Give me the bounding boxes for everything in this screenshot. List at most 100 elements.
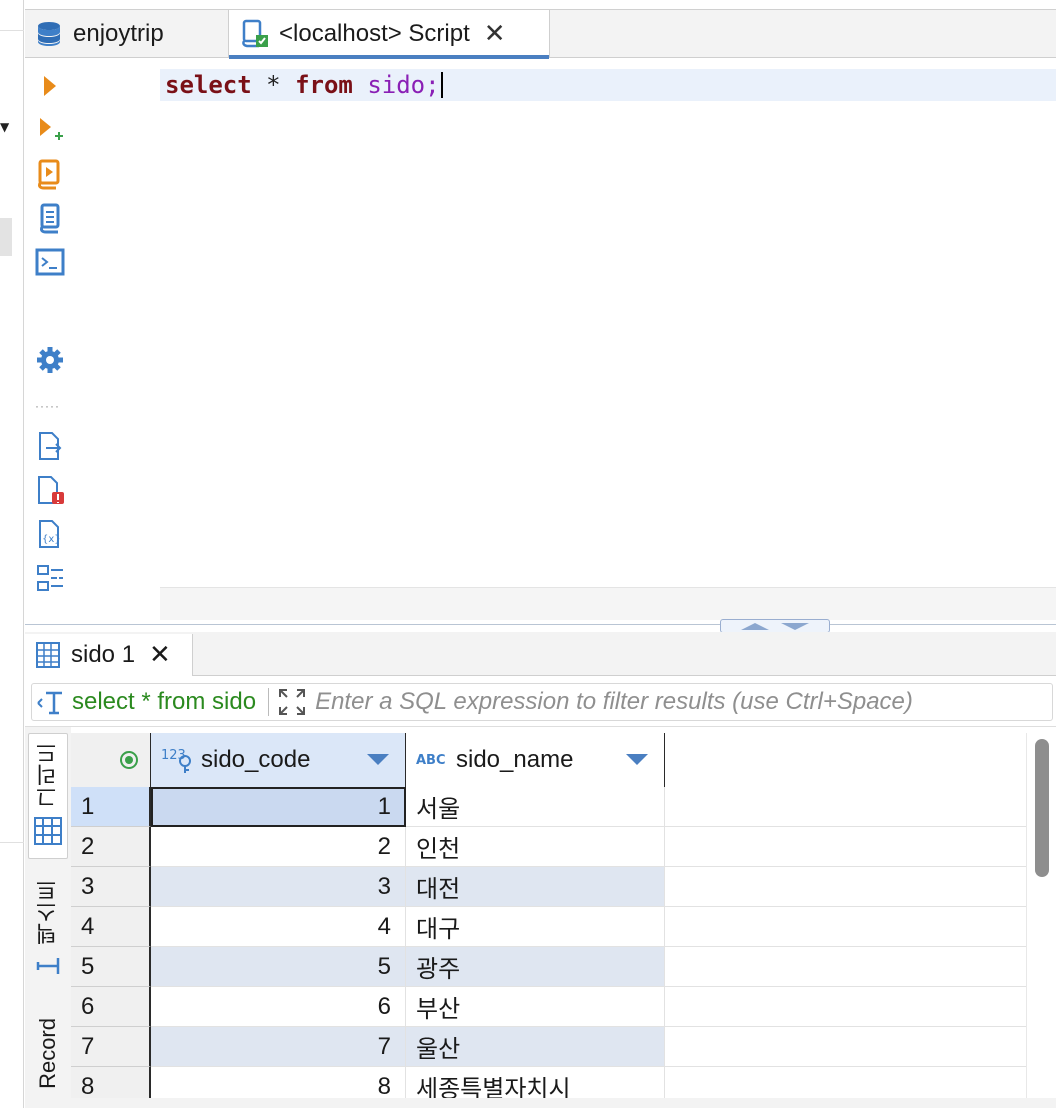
empty-cell [665, 907, 1026, 947]
filter-bar: select * from sido Enter a SQL expressio… [25, 677, 1056, 727]
row-number-header[interactable] [71, 733, 151, 787]
expand-arrow-icon[interactable]: ▼ [0, 120, 9, 134]
cell-sido-code[interactable]: 5 [151, 947, 406, 987]
tab-label: enjoytrip [73, 20, 164, 47]
cell-sido-name[interactable]: 대구 [406, 907, 665, 947]
cell-sido-code[interactable]: 3 [151, 867, 406, 907]
cell-sido-code[interactable]: 1 [151, 787, 406, 827]
table-row[interactable]: 7 7 울산 [71, 1027, 1026, 1067]
numeric-key-icon: 123 [161, 746, 195, 774]
panel-splitter[interactable] [25, 619, 1056, 633]
editor-ruler [160, 587, 1056, 620]
close-icon[interactable]: ✕ [149, 640, 171, 670]
active-query-label: select * from sido [72, 688, 257, 715]
sql-keyword: select [165, 71, 252, 99]
terminal-icon [35, 248, 65, 276]
cell-sido-name[interactable]: 부산 [406, 987, 665, 1027]
navigator-edge: ▼ [0, 0, 24, 1108]
table-row[interactable]: 6 6 부산 [71, 987, 1026, 1027]
results-bottom-toolbar [25, 1098, 1056, 1108]
execute-new-tab-button[interactable] [33, 113, 67, 147]
table-row[interactable]: 1 1 서울 [71, 787, 1026, 827]
script-icon [40, 203, 60, 234]
grid-view-label: 그리드 [35, 741, 60, 808]
cell-sido-name[interactable]: 대전 [406, 867, 665, 907]
table-row[interactable]: 5 5 광주 [71, 947, 1026, 987]
settings-button[interactable] [33, 343, 67, 377]
execute-statement-button[interactable] [33, 69, 67, 103]
empty-cell [665, 787, 1026, 827]
tab-sido-1[interactable]: sido 1 ✕ [25, 634, 193, 676]
tab-text-view[interactable]: 텍스트 [28, 869, 68, 995]
row-number[interactable]: 5 [71, 947, 151, 987]
outline-button[interactable] [33, 561, 67, 595]
tab-grid-view[interactable]: 그리드 [28, 733, 68, 859]
file-variables-icon: {x} [39, 520, 61, 548]
sql-editor-toolbar: ····· {x} [25, 59, 75, 624]
empty-cell [665, 867, 1026, 907]
sql-line-1[interactable]: select * from sido; [165, 70, 443, 100]
row-number[interactable]: 7 [71, 1027, 151, 1067]
empty-cell [665, 987, 1026, 1027]
cell-sido-name[interactable]: 광주 [406, 947, 665, 987]
tab-label: sido 1 [71, 641, 136, 668]
row-number[interactable]: 4 [71, 907, 151, 947]
play-icon [44, 76, 56, 96]
table-row[interactable]: 4 4 대구 [71, 907, 1026, 947]
vertical-scrollbar[interactable] [1026, 733, 1056, 1108]
svg-text:ABC: ABC [416, 753, 446, 768]
select-all-icon[interactable] [118, 749, 140, 771]
sort-dropdown-icon[interactable] [367, 754, 389, 765]
svg-text:{x}: {x} [42, 534, 61, 545]
play-plus-icon [40, 118, 63, 140]
cell-sido-code[interactable]: 7 [151, 1027, 406, 1067]
cell-sido-code[interactable]: 6 [151, 987, 406, 1027]
column-header-sido-code[interactable]: 123 sido_code [151, 733, 406, 787]
cell-sido-code[interactable]: 4 [151, 907, 406, 947]
record-view-label: Record [35, 1017, 60, 1089]
tab-label: <localhost> Script [279, 20, 470, 47]
sort-dropdown-icon[interactable] [626, 754, 648, 765]
text-mode-icon [35, 953, 61, 986]
tab-enjoytrip[interactable]: enjoytrip [25, 10, 227, 58]
scrollbar-thumb[interactable] [1035, 739, 1049, 877]
cell-sido-name[interactable]: 인천 [406, 827, 665, 867]
text-query-icon [36, 689, 66, 715]
problems-button[interactable] [33, 473, 67, 507]
cell-sido-name[interactable]: 울산 [406, 1027, 665, 1067]
outline-icon [37, 565, 63, 591]
divider [268, 688, 270, 716]
gear-icon [37, 347, 63, 373]
execute-script-new-tab-button[interactable] [33, 201, 67, 235]
sql-operator: * [266, 71, 281, 99]
editor-tab-bar: enjoytrip <localhost> Script ✕ [25, 0, 1056, 59]
column-name: sido_code [201, 746, 311, 773]
close-icon[interactable]: ✕ [484, 19, 506, 49]
grid-icon [33, 816, 63, 851]
open-console-button[interactable] [33, 245, 67, 279]
grid-header: 123 sido_code ABC sido_name [71, 733, 665, 787]
filter-input[interactable]: Enter a SQL expression to filter results… [315, 688, 913, 716]
export-button[interactable] [33, 429, 67, 463]
row-number[interactable]: 2 [71, 827, 151, 867]
tab-localhost-script[interactable]: <localhost> Script ✕ [228, 10, 550, 59]
column-name: sido_name [456, 746, 574, 773]
maximize-up-icon[interactable] [741, 622, 769, 630]
minimize-down-icon[interactable] [781, 622, 809, 630]
script-play-icon [38, 159, 60, 190]
variables-button[interactable]: {x} [33, 517, 67, 551]
sql-editor[interactable]: select * from sido; [75, 59, 1056, 624]
table-row[interactable]: 3 3 대전 [71, 867, 1026, 907]
sql-keyword: from [295, 71, 353, 99]
column-header-sido-name[interactable]: ABC sido_name [406, 733, 665, 787]
row-number[interactable]: 3 [71, 867, 151, 907]
row-number[interactable]: 6 [71, 987, 151, 1027]
tab-record-view[interactable]: Record [28, 1003, 68, 1103]
table-row[interactable]: 2 2 인천 [71, 827, 1026, 867]
splitter-toggle[interactable] [720, 619, 830, 633]
cell-sido-name[interactable]: 서울 [406, 787, 665, 827]
execute-script-button[interactable] [33, 157, 67, 191]
row-number[interactable]: 1 [71, 787, 151, 827]
expand-filter-icon[interactable] [277, 687, 307, 717]
cell-sido-code[interactable]: 2 [151, 827, 406, 867]
